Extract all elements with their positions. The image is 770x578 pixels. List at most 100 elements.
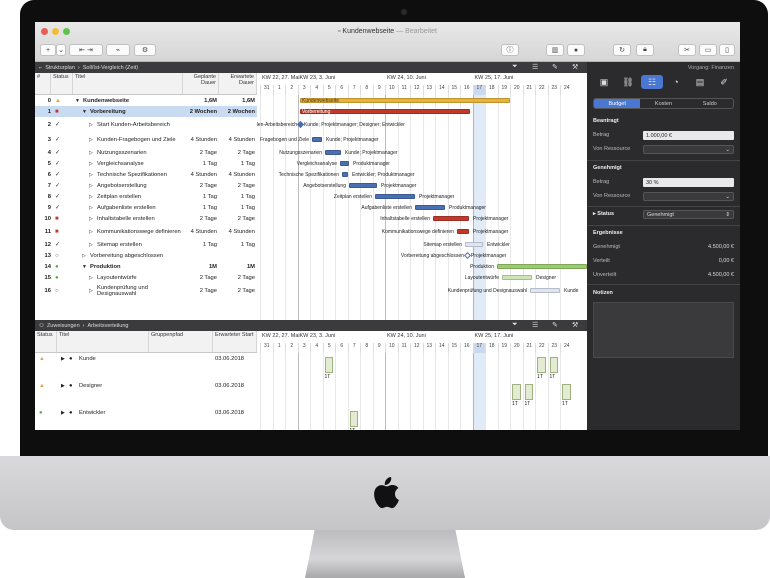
task-status-icon[interactable]: ● (55, 272, 69, 283)
brush-icon[interactable]: ✎ (552, 63, 558, 71)
task-status-icon[interactable]: ✓ (55, 147, 69, 158)
disclosure-triangle-icon[interactable]: ▷ (89, 169, 97, 180)
task-planned-duration[interactable]: 2 Tage (183, 213, 217, 224)
disclosure-triangle-icon[interactable]: ▶ (61, 353, 69, 364)
columns-icon[interactable]: ☰ (532, 63, 538, 71)
task-status-icon[interactable]: ■ (55, 213, 69, 224)
disclosure-triangle-icon[interactable]: ▷ (89, 158, 97, 169)
task-row[interactable]: 4 ✓ ▷ Nutzungsszenarien 2 Tage 2 Tage (35, 147, 257, 158)
brush-icon[interactable]: ✎ (552, 321, 558, 329)
breadcrumb-assignments[interactable]: Zuweisungen (47, 323, 80, 329)
task-expected-duration[interactable]: 2 Tage (219, 147, 255, 158)
task-expected-duration[interactable]: 1 Tag (219, 202, 255, 213)
disclosure-triangle-icon[interactable]: ▷ (89, 213, 97, 224)
breadcrumb-view[interactable]: Soll/Ist-Vergleich (Zeit) (83, 65, 138, 71)
task-expected-duration[interactable] (219, 117, 255, 132)
gantt-bar[interactable] (502, 275, 532, 280)
disclosure-triangle-icon[interactable]: ▷ (89, 202, 97, 213)
approved-resource-select[interactable]: ⌄ (643, 192, 734, 201)
task-title[interactable]: Kundenwebseite (83, 95, 183, 106)
tab-link-icon[interactable]: ⛓ (617, 75, 639, 89)
person-button[interactable]: ● (567, 44, 585, 56)
disclosure-triangle-icon[interactable]: ▷ (89, 272, 97, 283)
task-row[interactable]: 7 ✓ ▷ Angebotserstellung 2 Tage 2 Tage (35, 180, 257, 191)
task-status-icon[interactable]: ○ (55, 283, 69, 298)
tab-time-icon[interactable]: ◔ (665, 75, 687, 89)
requested-resource-select[interactable]: ⌄ (643, 145, 734, 154)
task-row[interactable]: 13 ○ ▷ Vorbereitung abgeschlossen (35, 250, 257, 261)
library-button[interactable]: ▥ (546, 44, 564, 56)
task-row[interactable]: 16 ○ ▷ Kundenprüfung und Designauswahl 2 Tag… (35, 283, 257, 298)
task-status-icon[interactable]: ▲ (55, 95, 69, 106)
workload-block[interactable] (549, 357, 558, 373)
resource-expected-start[interactable]: 03.06.2018 (215, 353, 257, 364)
gantt-bar[interactable] (497, 264, 587, 269)
filter-icon[interactable]: ⏷ (512, 63, 518, 71)
disclosure-triangle-icon[interactable]: ▷ (89, 283, 97, 298)
requested-amount-input[interactable]: 1.000,00 € (643, 131, 734, 140)
disclosure-triangle-icon[interactable]: ▼ (75, 95, 83, 106)
task-title[interactable]: Layoutentwürfe (97, 272, 183, 283)
disclosure-triangle-icon[interactable]: ▼ (82, 261, 90, 272)
col-planned-duration[interactable]: Geplante Dauer (183, 73, 219, 94)
task-title[interactable]: Technische Spezifikationen (97, 169, 183, 180)
resource-title[interactable]: Kunde (79, 353, 149, 364)
workload-block[interactable] (324, 357, 333, 373)
gantt-bar[interactable] (375, 194, 415, 199)
tab-list-icon[interactable]: ▤ (689, 75, 711, 89)
task-expected-duration[interactable]: 2 Tage (219, 283, 255, 298)
indent-buttons[interactable]: ⇤ ⇥ (69, 44, 103, 56)
segment-budget[interactable]: Budget (594, 99, 641, 108)
task-expected-duration[interactable]: 2 Tage (219, 272, 255, 283)
task-title[interactable]: Produktion (90, 261, 183, 272)
task-expected-duration[interactable]: 1 Tag (219, 158, 255, 169)
col-expected-duration[interactable]: Erwartete Dauer (219, 73, 257, 94)
disclosure-triangle-icon[interactable]: ▷ (89, 239, 97, 250)
disclosure-triangle-icon[interactable]: ▶ (61, 380, 69, 391)
task-title[interactable]: Vergleichsanalyse (97, 158, 183, 169)
task-planned-duration[interactable]: 1,6M (183, 95, 217, 106)
task-status-icon[interactable]: ✓ (55, 117, 69, 132)
sidebar-button[interactable]: ▯ (719, 44, 735, 56)
task-row[interactable]: 6 ✓ ▷ Technische Spezifikationen 4 Stunden 4 … (35, 169, 257, 180)
filter-icon[interactable]: ⏷ (512, 321, 518, 329)
task-title[interactable]: Angebotserstellung (97, 180, 183, 191)
col-status[interactable]: Status (51, 73, 73, 94)
segment-costs[interactable]: Kosten (640, 99, 686, 108)
task-expected-duration[interactable]: 4 Stunden (219, 169, 255, 180)
task-row[interactable]: 12 ✓ ▷ Sitemap erstellen 1 Tag 1 Tag (35, 239, 257, 250)
task-status-icon[interactable]: ✓ (55, 202, 69, 213)
workload-block[interactable] (524, 384, 533, 400)
task-expected-duration[interactable]: 1 Tag (219, 191, 255, 202)
task-title[interactable]: Vorbereitung abgeschlossen (90, 250, 183, 261)
task-status-icon[interactable]: ■ (55, 106, 69, 117)
task-title[interactable]: Sitemap erstellen (97, 239, 183, 250)
approved-amount-input[interactable]: 30 % (643, 178, 734, 187)
task-planned-duration[interactable] (183, 250, 217, 261)
resource-row[interactable]: ● ▶ ● Entwickler 03.06.2018 (35, 407, 257, 430)
task-status-icon[interactable]: ✓ (55, 158, 69, 169)
task-row[interactable]: 1 ■ ▼ Vorbereitung 2 Wochen 2 Wochen (35, 106, 257, 117)
info-button[interactable]: ⓘ (501, 44, 519, 56)
task-row[interactable]: 2 ✓ ▷ Start Kunden-Arbeitsbereich (35, 117, 257, 132)
task-planned-duration[interactable]: 1 Tag (183, 239, 217, 250)
task-status-icon[interactable]: ✓ (55, 180, 69, 191)
segment-balance[interactable]: Saldo (687, 99, 733, 108)
disclosure-triangle-icon[interactable]: ▷ (89, 224, 97, 239)
tab-finance-icon[interactable]: ☷ (641, 75, 663, 89)
disclosure-triangle-icon[interactable]: ▷ (89, 117, 97, 132)
resource-status-icon[interactable]: ● (39, 407, 51, 418)
layout-button[interactable]: ▭ (699, 44, 717, 56)
task-planned-duration[interactable]: 1M (183, 261, 217, 272)
task-status-icon[interactable]: ✓ (55, 169, 69, 180)
task-expected-duration[interactable]: 1 Tag (219, 239, 255, 250)
task-expected-duration[interactable]: 2 Wochen (219, 106, 255, 117)
task-row[interactable]: 9 ✓ ▷ Aufgabenliste erstellen 1 Tag 1 Tag (35, 202, 257, 213)
task-title[interactable]: Inhaltstabelle erstellen (97, 213, 183, 224)
settings-button[interactable]: ⚙ (134, 44, 156, 56)
task-planned-duration[interactable] (183, 117, 217, 132)
disclosure-triangle-icon[interactable]: ▷ (89, 191, 97, 202)
task-title[interactable]: Vorbereitung (90, 106, 183, 117)
lock-button[interactable]: 🔒︎ (636, 44, 654, 56)
refresh-button[interactable]: ↻ (613, 44, 631, 56)
